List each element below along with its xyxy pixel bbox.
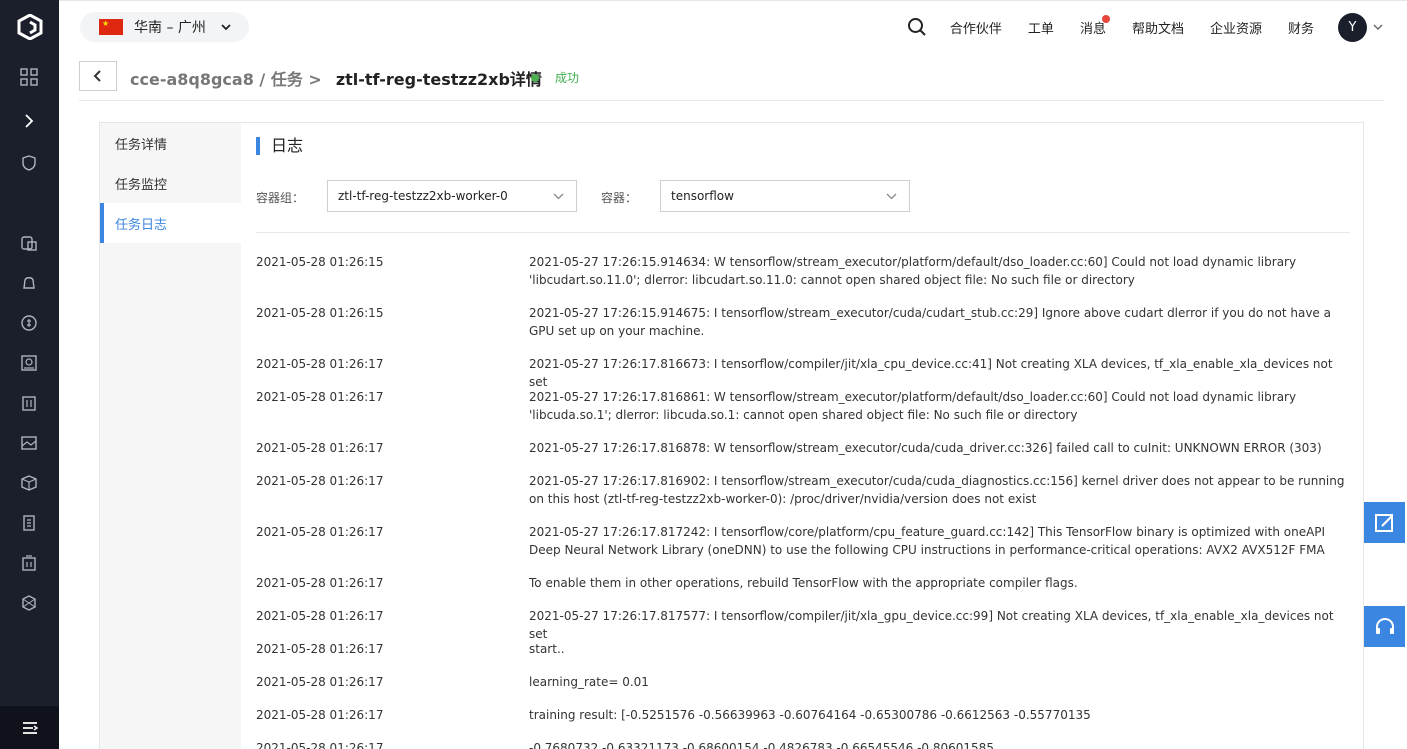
top-bar: ★ 华南 – 广州 合作伙伴 工单 消息 帮助文档 企业资源 财务 Y (59, 0, 1407, 52)
container-select[interactable]: tensorflow (660, 180, 910, 212)
nav-messages[interactable]: 消息 (1079, 14, 1110, 37)
expand-chevron-icon[interactable] (19, 111, 39, 131)
china-flag-icon: ★ (99, 19, 123, 35)
nav-enterprise-resources[interactable]: 企业资源 (1210, 18, 1262, 37)
avatar[interactable]: Y (1338, 12, 1367, 42)
chevron-down-icon (553, 193, 564, 200)
log-message: training result: [-0.5251576 -0.56639963… (529, 708, 1091, 722)
nav-finance[interactable]: 财务 (1288, 18, 1314, 37)
log-timestamp: 2021-05-28 01:26:17 (256, 642, 384, 656)
pod-group-label: 容器组： (256, 191, 305, 205)
container-label: 容器： (601, 191, 638, 205)
region-label: 华南 – 广州 (134, 20, 206, 36)
log-timestamp: 2021-05-28 01:26:15 (256, 306, 384, 320)
tab-task-logs[interactable]: 任务日志 (100, 203, 241, 243)
enterprise-icon[interactable] (19, 553, 39, 573)
document-icon[interactable] (19, 513, 39, 533)
nav-tickets[interactable]: 工单 (1028, 18, 1054, 37)
log-message: To enable them in other operations, rebu… (529, 576, 1078, 590)
title-bar: cce-a8q8gca8 / 任务 > ztl-tf-reg-testzz2xb详… (79, 52, 1384, 101)
log-message: 2021-05-27 17:26:15.914675: I tensorflow… (529, 306, 1331, 338)
log-message: start.. (529, 642, 565, 656)
chevron-left-icon (93, 70, 101, 82)
log-message: 2021-05-27 17:26:17.817242: I tensorflow… (529, 525, 1326, 557)
image-icon[interactable] (19, 433, 39, 453)
search-icon[interactable] (907, 17, 927, 37)
log-timestamp: 2021-05-28 01:26:15 (256, 255, 384, 269)
bell-icon[interactable] (19, 273, 39, 293)
log-timestamp: 2021-05-28 01:26:17 (256, 525, 384, 539)
log-message: 2021-05-27 17:26:17.816902: I tensorflow… (529, 474, 1345, 506)
menu-toggle-icon[interactable] (0, 706, 59, 749)
chevron-down-icon (886, 193, 897, 200)
section-title: 日志 (256, 137, 303, 155)
log-timestamp: 2021-05-28 01:26:17 (256, 609, 384, 623)
status-dot (531, 73, 539, 82)
log-message: -0.7680732 -0.63321173 -0.68600154 -0.48… (529, 741, 994, 749)
package-icon[interactable] (19, 473, 39, 493)
region-selector[interactable]: ★ 华南 – 广州 (80, 12, 249, 42)
log-timestamp: 2021-05-28 01:26:17 (256, 357, 384, 371)
log-message: learning_rate= 0.01 (529, 675, 649, 689)
log-timestamp: 2021-05-28 01:26:17 (256, 576, 384, 590)
pod-group-select[interactable]: ztl-tf-reg-testzz2xb-worker-0 (327, 180, 577, 212)
tab-task-details[interactable]: 任务详情 (100, 123, 241, 163)
breadcrumb-parent[interactable]: cce-a8q8gca8 / 任务 > (130, 70, 322, 89)
log-message: 2021-05-27 17:26:15.914634: W tensorflow… (529, 255, 1297, 287)
logo-icon[interactable] (17, 13, 43, 41)
cube-icon[interactable] (19, 593, 39, 613)
nav-messages-label: 消息 (1079, 21, 1106, 37)
notification-dot (1101, 14, 1110, 23)
log-timestamp: 2021-05-28 01:26:17 (256, 741, 384, 749)
status-label: 成功 (555, 71, 580, 85)
nav-help-docs[interactable]: 帮助文档 (1132, 18, 1184, 37)
log-message: 2021-05-27 17:26:17.816861: W tensorflow… (529, 390, 1297, 422)
pod-group-value: ztl-tf-reg-testzz2xb-worker-0 (338, 189, 508, 203)
chevron-down-icon[interactable] (1373, 22, 1383, 32)
back-button[interactable] (79, 61, 117, 91)
log-timestamp: 2021-05-28 01:26:17 (256, 708, 384, 722)
chevron-down-icon (221, 24, 231, 31)
log-message: 2021-05-27 17:26:17.816673: I tensorflow… (529, 357, 1333, 389)
cloud-server-icon[interactable] (19, 233, 39, 253)
grid-icon[interactable] (19, 67, 39, 87)
container-value: tensorflow (671, 189, 734, 203)
billing-icon[interactable] (19, 313, 39, 333)
headset-icon (1375, 617, 1394, 634)
log-message: 2021-05-27 17:26:17.817577: I tensorflow… (529, 609, 1334, 641)
top-nav: 合作伙伴 工单 消息 帮助文档 企业资源 财务 Y (907, 1, 1407, 53)
support-button[interactable] (1364, 606, 1405, 647)
feedback-button[interactable] (1364, 502, 1405, 543)
log-timestamp: 2021-05-28 01:26:17 (256, 441, 384, 455)
shield-icon[interactable] (19, 153, 39, 173)
monitor-icon[interactable] (19, 353, 39, 373)
app-root: ★ 华南 – 广州 合作伙伴 工单 消息 帮助文档 企业资源 财务 Y cce-… (0, 0, 1407, 749)
log-message: 2021-05-27 17:26:17.816878: W tensorflow… (529, 441, 1322, 455)
log-list: 2021-05-28 01:26:15 2021-05-27 17:26:15.9… (256, 232, 1350, 749)
page-title: ztl-tf-reg-testzz2xb详情 (335, 70, 542, 89)
nav-partners[interactable]: 合作伙伴 (950, 18, 1002, 37)
edit-icon (1374, 513, 1393, 532)
content-panel: 任务详情 任务监控 任务日志 日志 容器组： ztl-tf-reg-testzz… (99, 122, 1364, 749)
side-tabs: 任务详情 任务监控 任务日志 (100, 123, 241, 749)
log-timestamp: 2021-05-28 01:26:17 (256, 675, 384, 689)
building-icon[interactable] (19, 393, 39, 413)
status-badge: 成功 (531, 69, 579, 86)
log-main: 日志 容器组： ztl-tf-reg-testzz2xb-worker-0 容器… (241, 123, 1363, 749)
left-rail (0, 0, 59, 749)
tab-task-monitor[interactable]: 任务监控 (100, 163, 241, 203)
breadcrumb: cce-a8q8gca8 / 任务 > ztl-tf-reg-testzz2xb详… (130, 66, 542, 90)
log-timestamp: 2021-05-28 01:26:17 (256, 474, 384, 488)
log-timestamp: 2021-05-28 01:26:17 (256, 390, 384, 404)
